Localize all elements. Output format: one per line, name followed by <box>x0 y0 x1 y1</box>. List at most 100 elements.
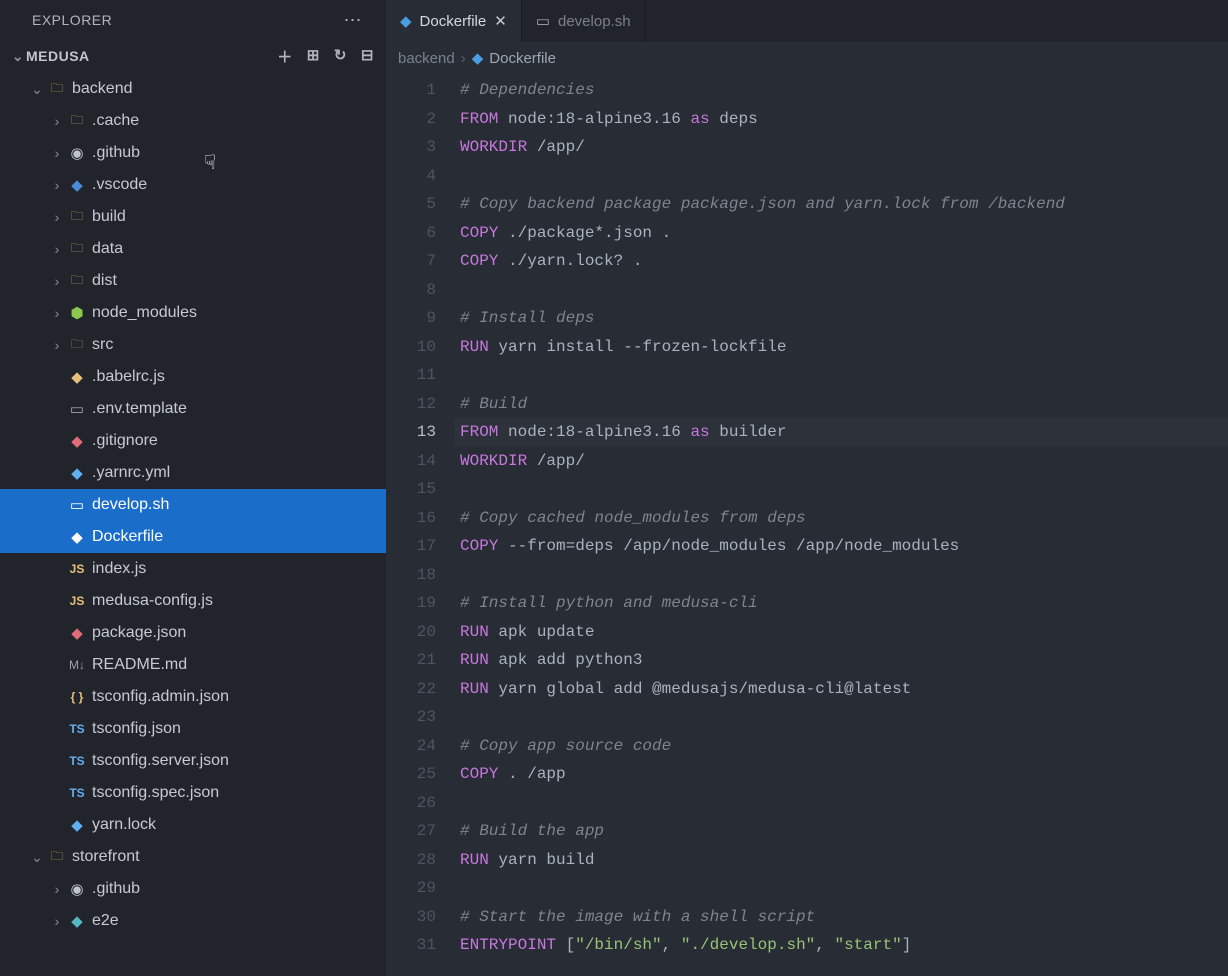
folder-github[interactable]: ›◉.github <box>0 137 386 169</box>
code-line[interactable]: COPY ./yarn.lock? . <box>454 247 1228 276</box>
tree-item-label: medusa-config.js <box>92 592 213 610</box>
line-number: 31 <box>386 931 436 960</box>
file-babelrc[interactable]: ◆.babelrc.js <box>0 361 386 393</box>
file-package-json[interactable]: ◆package.json <box>0 617 386 649</box>
tree-item-label: .vscode <box>92 176 147 194</box>
tree-item-label: storefront <box>72 848 140 866</box>
code-line[interactable] <box>454 361 1228 390</box>
folder-node-modules[interactable]: ›⬢node_modules <box>0 297 386 329</box>
file-gitignore[interactable]: ◆.gitignore <box>0 425 386 457</box>
file-index-js[interactable]: JSindex.js <box>0 553 386 585</box>
code-line[interactable]: FROM node:18-alpine3.16 as deps <box>454 105 1228 134</box>
code-line[interactable]: COPY . /app <box>454 760 1228 789</box>
folder-cache[interactable]: ›🗀.cache <box>0 105 386 137</box>
file-type-icon: ◆ <box>400 12 412 30</box>
close-icon[interactable]: ✕ <box>494 12 507 30</box>
more-actions-icon[interactable]: ⋯ <box>336 10 371 31</box>
code-line[interactable] <box>454 162 1228 191</box>
file-icon: TS <box>66 754 88 768</box>
breadcrumb-file[interactable]: Dockerfile <box>489 50 556 67</box>
tab-develop-sh[interactable]: ▭develop.sh <box>522 0 646 42</box>
code-editor[interactable]: 1234567891011121314151617181920212223242… <box>386 74 1228 976</box>
code-line[interactable] <box>454 789 1228 818</box>
file-yarn-lock[interactable]: ◆yarn.lock <box>0 809 386 841</box>
line-number: 28 <box>386 846 436 875</box>
code-line[interactable]: # Start the image with a shell script <box>454 903 1228 932</box>
code-line[interactable]: RUN yarn build <box>454 846 1228 875</box>
folder-github-2[interactable]: ›◉.github <box>0 873 386 905</box>
file-icon: M↓ <box>66 658 88 672</box>
tree-item-label: .cache <box>92 112 139 130</box>
file-tsconfig-server[interactable]: TStsconfig.server.json <box>0 745 386 777</box>
code-line[interactable]: WORKDIR /app/ <box>454 133 1228 162</box>
folder-data[interactable]: ›🗀data <box>0 233 386 265</box>
project-header[interactable]: ⌄ MEDUSA ＋ ⊞ ↻ ⊟ <box>0 40 386 72</box>
file-develop-sh[interactable]: ▭develop.sh <box>0 489 386 521</box>
code-line[interactable] <box>454 703 1228 732</box>
file-tsconfig-spec[interactable]: TStsconfig.spec.json <box>0 777 386 809</box>
file-tsconfig-admin[interactable]: { }tsconfig.admin.json <box>0 681 386 713</box>
code-lines[interactable]: # DependenciesFROM node:18-alpine3.16 as… <box>454 76 1228 976</box>
chevron-right-icon: › <box>48 913 66 929</box>
line-number: 25 <box>386 760 436 789</box>
file-tsconfig[interactable]: TS tsconfig.json <box>0 713 386 745</box>
file-icon: 🗀 <box>66 239 88 260</box>
folder-dist[interactable]: ›🗀dist <box>0 265 386 297</box>
code-line[interactable]: COPY --from=deps /app/node_modules /app/… <box>454 532 1228 561</box>
folder-backend[interactable]: ⌄🗀backend <box>0 73 386 105</box>
code-line[interactable]: # Copy backend package package.json and … <box>454 190 1228 219</box>
code-line[interactable]: # Install deps <box>454 304 1228 333</box>
refresh-icon[interactable]: ↻ <box>330 44 351 69</box>
code-line[interactable]: # Copy cached node_modules from deps <box>454 504 1228 533</box>
code-line[interactable]: WORKDIR /app/ <box>454 447 1228 476</box>
tree-item-label: backend <box>72 80 133 98</box>
file-tree[interactable]: ⌄🗀backend›🗀.cache›◉.github›◆.vscode›🗀bui… <box>0 72 386 976</box>
file-yarnrc[interactable]: ◆.yarnrc.yml <box>0 457 386 489</box>
code-line[interactable]: RUN apk add python3 <box>454 646 1228 675</box>
code-line[interactable]: RUN yarn global add @medusajs/medusa-cli… <box>454 675 1228 704</box>
file-icon: 🗀 <box>46 847 68 868</box>
tree-item-label: src <box>92 336 113 354</box>
folder-e2e[interactable]: ›◆e2e <box>0 905 386 937</box>
code-line[interactable]: # Build <box>454 390 1228 419</box>
folder-build[interactable]: ›🗀build <box>0 201 386 233</box>
line-number: 10 <box>386 333 436 362</box>
code-line[interactable]: # Install python and medusa-cli <box>454 589 1228 618</box>
code-line[interactable]: COPY ./package*.json . <box>454 219 1228 248</box>
tree-item-label: tsconfig.json <box>92 720 181 738</box>
code-line[interactable]: # Build the app <box>454 817 1228 846</box>
code-line[interactable]: # Copy app source code <box>454 732 1228 761</box>
new-folder-icon[interactable]: ⊞ <box>303 44 324 69</box>
code-line[interactable] <box>454 475 1228 504</box>
code-line[interactable] <box>454 874 1228 903</box>
chevron-right-icon: › <box>48 209 66 225</box>
line-number: 9 <box>386 304 436 333</box>
breadcrumb[interactable]: backend › ◆ Dockerfile <box>386 42 1228 74</box>
tab-dockerfile[interactable]: ◆Dockerfile✕ <box>386 0 522 42</box>
file-medusa-config[interactable]: JSmedusa-config.js <box>0 585 386 617</box>
folder-src[interactable]: ›🗀src <box>0 329 386 361</box>
line-number: 3 <box>386 133 436 162</box>
collapse-icon[interactable]: ⊟ <box>357 44 378 69</box>
file-env-template[interactable]: ▭.env.template <box>0 393 386 425</box>
tab-label: develop.sh <box>558 13 631 30</box>
code-line[interactable] <box>454 276 1228 305</box>
code-line[interactable]: FROM node:18-alpine3.16 as builder <box>454 418 1228 447</box>
file-icon: 🗀 <box>66 335 88 356</box>
code-line[interactable]: RUN yarn install --frozen-lockfile <box>454 333 1228 362</box>
line-number: 15 <box>386 475 436 504</box>
file-dockerfile[interactable]: ◆Dockerfile <box>0 521 386 553</box>
new-file-icon[interactable]: ＋ <box>273 44 297 69</box>
breadcrumb-folder[interactable]: backend <box>398 50 455 67</box>
file-readme[interactable]: M↓README.md <box>0 649 386 681</box>
folder-storefront[interactable]: ⌄🗀storefront <box>0 841 386 873</box>
code-line[interactable] <box>454 561 1228 590</box>
line-number: 20 <box>386 618 436 647</box>
file-icon: ◆ <box>66 176 88 194</box>
code-line[interactable]: ENTRYPOINT ["/bin/sh", "./develop.sh", "… <box>454 931 1228 960</box>
code-line[interactable]: # Dependencies <box>454 76 1228 105</box>
tree-item-label: node_modules <box>92 304 197 322</box>
folder-vscode[interactable]: ›◆.vscode <box>0 169 386 201</box>
code-line[interactable]: RUN apk update <box>454 618 1228 647</box>
file-icon: TS <box>66 722 88 736</box>
